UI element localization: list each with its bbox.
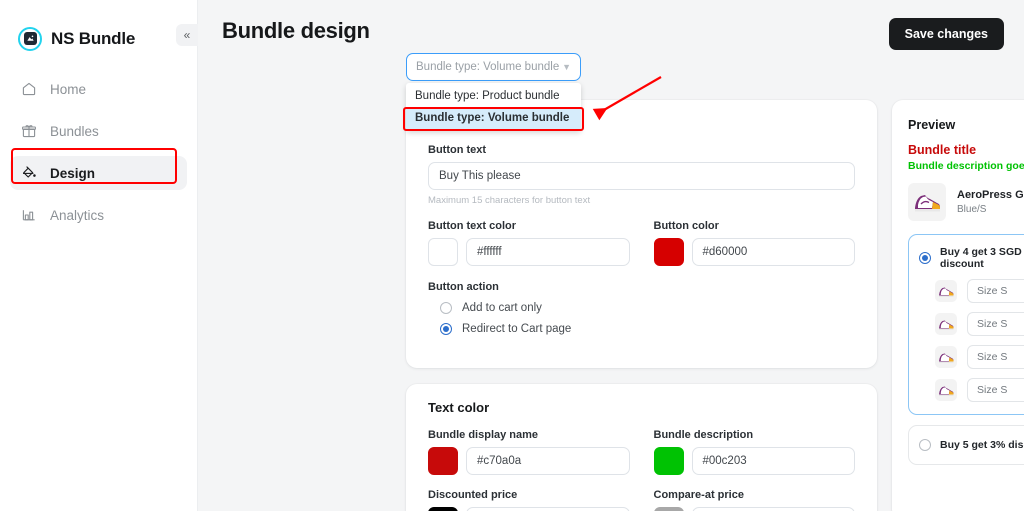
bundle-type-option-product[interactable]: Bundle type: Product bundle: [406, 85, 581, 107]
chevron-down-icon: ▼: [562, 62, 571, 72]
bundle-display-name-color-group: Bundle display name #c70a0a: [428, 429, 630, 475]
bundle-description-color-group: Bundle description #00c203: [653, 429, 855, 475]
offer-line-item: Size S ▾: [919, 312, 1024, 336]
preview-bundle-description: Bundle description goes here: [908, 160, 1024, 172]
text-color-title: Text color: [428, 400, 490, 415]
ns-bundle-logo-icon: [18, 26, 42, 51]
sidebar: NS Bundle « Home Bundles Design Analytic…: [0, 0, 198, 511]
preview-product-variant: Blue/S: [957, 204, 987, 215]
size-select-value: Size S: [977, 384, 1008, 396]
sidebar-item-label: Analytics: [50, 207, 105, 223]
button-text-color-input[interactable]: #ffffff: [466, 238, 630, 266]
preview-product-name: AeroPress Go Brewer: [957, 189, 1024, 201]
offer-header: Buy 4 get 3 SGD discount 390 SGD 390 SGD: [919, 246, 1024, 270]
radio-label: Redirect to Cart page: [462, 323, 572, 335]
save-changes-button[interactable]: Save changes: [888, 18, 1004, 50]
sneaker-thumbnail-icon: [935, 280, 957, 302]
size-select[interactable]: Size S ▾: [967, 378, 1024, 402]
sneaker-thumbnail-icon: [935, 346, 957, 368]
sidebar-collapse-icon[interactable]: «: [176, 24, 198, 46]
radio-icon: [440, 302, 452, 314]
offer-line-item: Size S ▾: [919, 378, 1024, 402]
button-text-input[interactable]: Buy This please: [428, 162, 855, 190]
button-color-input[interactable]: #d60000: [691, 238, 855, 266]
page-title: Bundle design: [222, 18, 370, 43]
sneaker-thumbnail-icon: [935, 313, 957, 335]
bundle-type-select[interactable]: Bundle type: Volume bundle ▼: [406, 53, 581, 81]
button-text-color-group: Button text color #ffffff: [428, 220, 630, 266]
preview-offer-unselected[interactable]: Buy 5 get 3% discount 390 SGD 390 SGD: [908, 425, 1024, 465]
discounted-price-color-group: Discounted price #000000: [428, 489, 630, 511]
sidebar-item-label: Design: [50, 165, 96, 181]
size-select-value: Size S: [977, 285, 1008, 297]
sidebar-item-analytics[interactable]: Analytics: [10, 198, 187, 232]
button-text-helper: Maximum 15 characters for button text: [428, 195, 591, 206]
button-action-label: Button action: [428, 281, 499, 293]
button-color-swatch[interactable]: [653, 238, 684, 266]
size-select-value: Size S: [977, 318, 1008, 330]
offer-radio-selected-icon[interactable]: [919, 252, 931, 264]
sidebar-item-design[interactable]: Design: [10, 156, 187, 190]
home-icon: [20, 80, 38, 98]
offer-line-item: Size S ▾: [919, 279, 1024, 303]
sidebar-item-label: Bundles: [50, 123, 99, 139]
size-select[interactable]: Size S ▾: [967, 279, 1024, 303]
bundle-type-dropdown-menu: Bundle type: Product bundle Bundle type:…: [406, 83, 581, 131]
bundle-display-name-label: Bundle display name: [428, 429, 539, 441]
bundle-description-input[interactable]: #00c203: [691, 447, 855, 475]
bundle-type-option-volume[interactable]: Bundle type: Volume bundle: [406, 107, 581, 129]
sneaker-thumbnail-icon: [908, 183, 946, 221]
discounted-price-swatch[interactable]: [428, 507, 458, 511]
size-select[interactable]: Size S ▾: [967, 312, 1024, 336]
button-text-color-swatch[interactable]: [428, 238, 458, 266]
radio-label: Add to cart only: [462, 302, 542, 314]
paint-bucket-icon: [20, 164, 38, 182]
offer-label: Buy 4 get 3 SGD discount: [940, 246, 1022, 270]
main-content: Bundle design Save changes Button text B…: [198, 0, 1024, 511]
preview-product-row: AeroPress Go Brewer Blue/S: [908, 183, 1024, 221]
preview-title: Preview: [908, 118, 956, 132]
preview-card: Preview Bundle title Bundle description …: [892, 100, 1024, 511]
compare-at-price-label: Compare-at price: [653, 489, 744, 501]
button-settings-card: Button text Buy This please Maximum 15 c…: [406, 100, 877, 368]
button-color-label: Button color: [653, 220, 719, 232]
offer-radio-icon[interactable]: [919, 439, 931, 451]
text-color-card: Text color Bundle display name #c70a0a B…: [406, 384, 877, 511]
bar-chart-icon: [20, 206, 38, 224]
main-header: Bundle design Save changes: [198, 0, 1024, 50]
radio-icon-selected: [440, 323, 452, 335]
bundle-description-swatch[interactable]: [653, 447, 684, 475]
compare-at-price-color-group: Compare-at price #a8a8a8: [653, 489, 855, 511]
discounted-price-label: Discounted price: [428, 489, 518, 501]
bundle-type-select-wrapper: Bundle type: Volume bundle ▼ Bundle type…: [403, 53, 584, 131]
size-select[interactable]: Size S ▾: [967, 345, 1024, 369]
sneaker-thumbnail-icon: [935, 379, 957, 401]
preview-bundle-title: Bundle title: [908, 143, 977, 157]
offer-label: Buy 5 get 3% discount: [940, 439, 1024, 451]
button-color-group: Button color #d60000: [653, 220, 855, 266]
sidebar-nav: Home Bundles Design Analytics: [0, 56, 197, 232]
preview-offer-selected[interactable]: Buy 4 get 3 SGD discount 390 SGD 390 SGD…: [908, 234, 1024, 415]
sidebar-item-label: Home: [50, 81, 87, 97]
radio-redirect-to-cart-page[interactable]: Redirect to Cart page: [428, 323, 855, 335]
brand-name: NS Bundle: [51, 28, 136, 48]
size-select-value: Size S: [977, 351, 1008, 363]
gift-icon: [20, 122, 38, 140]
bundle-type-value: Bundle type: Volume bundle: [416, 61, 560, 73]
compare-at-price-input[interactable]: #a8a8a8: [691, 507, 855, 511]
brand: NS Bundle: [0, 0, 197, 56]
compare-at-price-swatch[interactable]: [653, 507, 684, 511]
button-text-label: Button text: [428, 144, 487, 156]
offer-header: Buy 5 get 3% discount 390 SGD 390 SGD: [919, 439, 1024, 451]
offer-line-item: Size S ▾: [919, 345, 1024, 369]
discounted-price-input[interactable]: #000000: [466, 507, 630, 511]
bundle-display-name-input[interactable]: #c70a0a: [466, 447, 630, 475]
sidebar-item-home[interactable]: Home: [10, 72, 187, 106]
sidebar-item-bundles[interactable]: Bundles: [10, 114, 187, 148]
button-text-color-label: Button text color: [428, 220, 516, 232]
app-root: NS Bundle « Home Bundles Design Analytic…: [0, 0, 1024, 511]
bundle-display-name-swatch[interactable]: [428, 447, 458, 475]
radio-add-to-cart-only[interactable]: Add to cart only: [428, 302, 855, 314]
bundle-description-label: Bundle description: [653, 429, 754, 441]
